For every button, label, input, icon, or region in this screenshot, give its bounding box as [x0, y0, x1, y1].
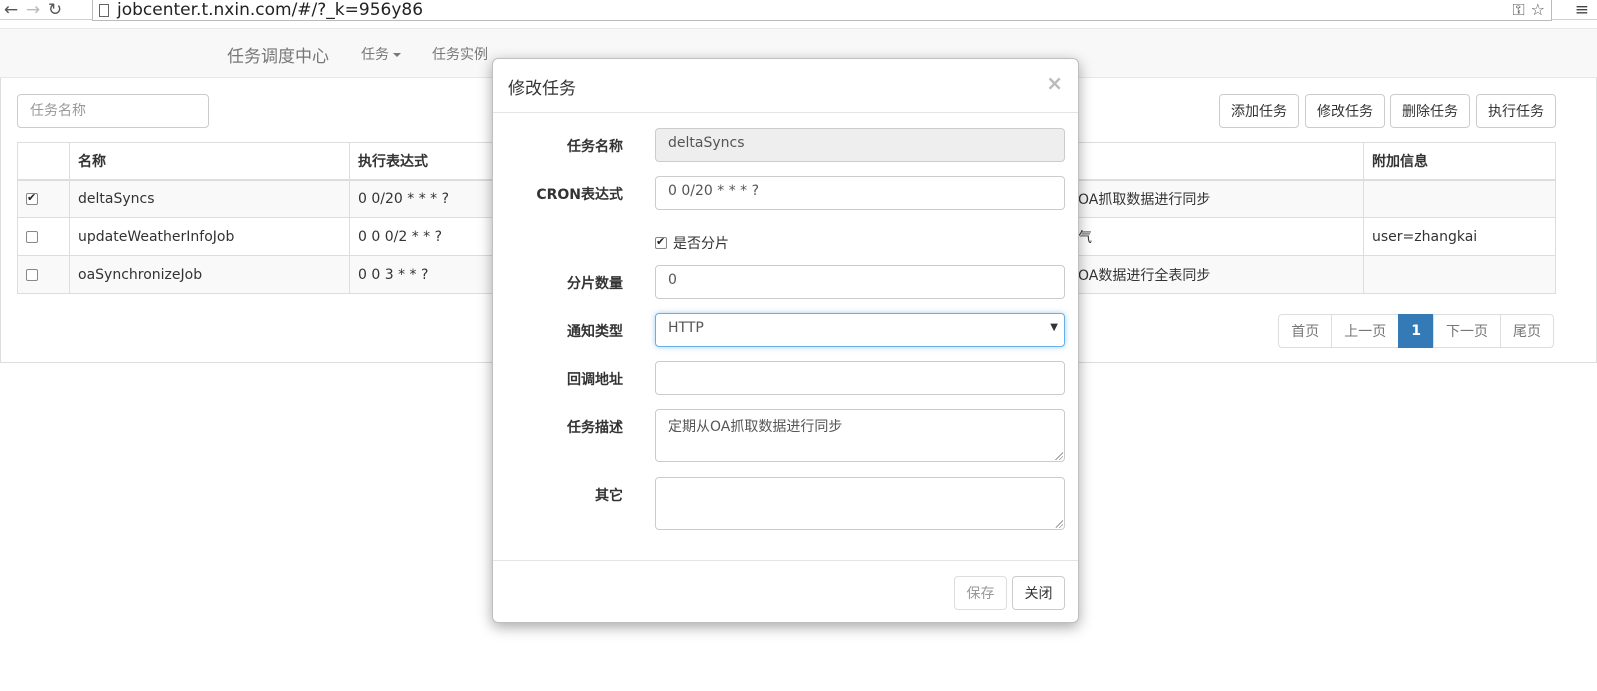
browser-menu-icon[interactable]: ≡: [1575, 0, 1589, 20]
row-checkbox[interactable]: [26, 230, 38, 243]
caret-down-icon: [393, 53, 401, 57]
row-checkbox[interactable]: [26, 268, 38, 281]
header-description: [1069, 142, 1364, 181]
key-icon[interactable]: ⚿: [1512, 0, 1524, 20]
shard-label: 是否分片: [673, 236, 729, 252]
task-description-textarea[interactable]: 定期从OA抓取数据进行同步: [655, 409, 1065, 462]
notify-type-label: 通知类型: [567, 324, 623, 340]
reload-icon[interactable]: ↻: [44, 0, 66, 20]
brand[interactable]: 任务调度中心: [227, 42, 329, 67]
nav-tasks-dropdown[interactable]: 任务: [361, 44, 401, 64]
back-icon[interactable]: ←: [0, 0, 22, 20]
shard-count-label: 分片数量: [567, 276, 623, 292]
header-select: [17, 142, 70, 181]
page-prev[interactable]: 上一页: [1331, 314, 1400, 348]
header-name: 名称: [69, 142, 350, 181]
row-name: oaSynchronizeJob: [69, 255, 350, 294]
row-extra: user=zhangkai: [1363, 217, 1556, 256]
row-description: OA数据进行全表同步: [1069, 255, 1364, 294]
bookmark-star-icon[interactable]: ☆: [1531, 0, 1545, 20]
shard-checkbox[interactable]: [655, 235, 667, 249]
page-icon: [99, 3, 109, 17]
page-next[interactable]: 下一页: [1433, 314, 1501, 348]
modal-header: 修改任务 ×: [493, 59, 1078, 113]
cron-field[interactable]: 0 0/20 * * * ?: [655, 176, 1065, 210]
task-description-label: 任务描述: [567, 420, 623, 436]
close-button[interactable]: 关闭: [1012, 576, 1065, 610]
edit-task-button[interactable]: 修改任务: [1305, 94, 1385, 128]
page-current[interactable]: 1: [1398, 314, 1434, 348]
modal-footer: 保存 关闭: [493, 560, 1078, 622]
row-description: 气: [1069, 217, 1364, 256]
task-name-search-input[interactable]: [17, 94, 209, 128]
resize-grip-icon[interactable]: [1055, 452, 1063, 460]
row-name: deltaSyncs: [69, 179, 350, 218]
save-button[interactable]: 保存: [954, 576, 1007, 610]
nav-tasks-label: 任务: [361, 47, 389, 63]
notify-type-value: HTTP: [668, 320, 704, 336]
notify-type-select[interactable]: HTTP ▼: [655, 313, 1065, 347]
page-first[interactable]: 首页: [1278, 314, 1333, 348]
page-last[interactable]: 尾页: [1500, 314, 1554, 348]
url-text[interactable]: jobcenter.t.nxin.com/#/?_k=956y86: [117, 0, 423, 20]
delete-task-button[interactable]: 删除任务: [1390, 94, 1470, 128]
dropdown-arrow-icon: ▼: [1050, 322, 1058, 333]
task-name-label: 任务名称: [567, 139, 623, 155]
browser-toolbar: ← → ↻ jobcenter.t.nxin.com/#/?_k=956y86 …: [0, 0, 1597, 21]
cron-label: CRON表达式: [536, 187, 623, 203]
callback-url-field[interactable]: [655, 361, 1065, 395]
row-checkbox[interactable]: [26, 191, 38, 205]
other-label: 其它: [595, 488, 623, 504]
row-select-cell: [17, 255, 70, 294]
other-textarea[interactable]: [655, 477, 1065, 530]
pagination: 首页 上一页 1 下一页 尾页: [1278, 314, 1554, 348]
close-icon[interactable]: ×: [1046, 71, 1063, 95]
add-task-button[interactable]: 添加任务: [1219, 94, 1299, 128]
task-description-value: 定期从OA抓取数据进行同步: [668, 419, 843, 435]
nav-task-instances[interactable]: 任务实例: [432, 44, 488, 64]
resize-grip-icon[interactable]: [1055, 520, 1063, 528]
run-task-button[interactable]: 执行任务: [1476, 94, 1556, 128]
task-name-field[interactable]: deltaSyncs: [655, 128, 1065, 162]
shard-count-field[interactable]: 0: [655, 265, 1065, 299]
row-select-cell: [17, 217, 70, 256]
forward-icon[interactable]: →: [22, 0, 44, 20]
row-select-cell: [17, 179, 70, 218]
callback-url-label: 回调地址: [567, 372, 623, 388]
modal-title: 修改任务: [508, 79, 576, 99]
header-extra: 附加信息: [1363, 142, 1556, 181]
edit-task-modal: 修改任务 × 任务名称 deltaSyncs CRON表达式 0 0/20 * …: [492, 58, 1079, 623]
row-description: OA抓取数据进行同步: [1069, 179, 1364, 218]
row-extra: [1363, 179, 1556, 218]
shard-toggle[interactable]: 是否分片: [655, 233, 729, 253]
row-name: updateWeatherInfoJob: [69, 217, 350, 256]
address-bar[interactable]: jobcenter.t.nxin.com/#/?_k=956y86 ⚿ ☆: [92, 0, 1552, 21]
row-extra: [1363, 255, 1556, 294]
